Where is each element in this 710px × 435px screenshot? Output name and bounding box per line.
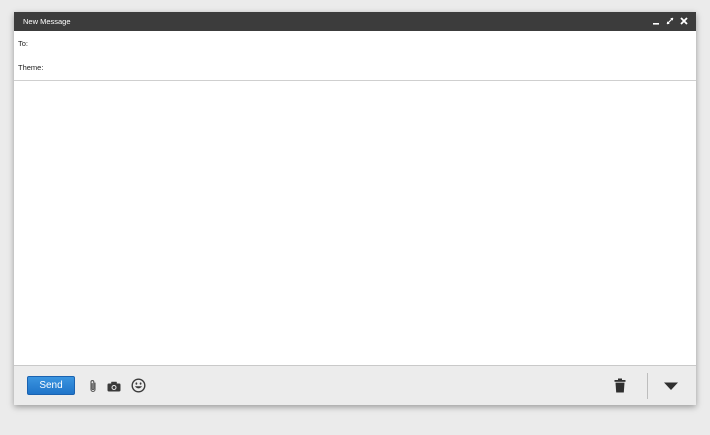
send-button[interactable]: Send — [27, 376, 75, 395]
compose-toolbar: Send — [14, 365, 696, 405]
theme-row: Theme: — [14, 56, 696, 81]
theme-label: Theme: — [18, 63, 44, 72]
toolbar-divider — [647, 373, 648, 399]
close-icon[interactable] — [678, 15, 690, 27]
camera-icon[interactable] — [106, 379, 122, 393]
message-body[interactable] — [14, 81, 696, 365]
paperclip-icon[interactable] — [86, 378, 100, 394]
window-title: New Message — [23, 17, 71, 26]
chevron-down-icon[interactable] — [662, 379, 680, 393]
to-label: To: — [18, 39, 29, 48]
compose-window: New Message To: Theme: Send — [14, 12, 696, 405]
trash-icon[interactable] — [613, 377, 627, 394]
theme-field[interactable] — [48, 59, 688, 76]
title-bar: New Message — [14, 12, 696, 31]
expand-icon[interactable] — [664, 15, 676, 27]
minimize-icon[interactable] — [650, 15, 662, 27]
to-field[interactable] — [48, 35, 688, 52]
emoji-icon[interactable] — [130, 377, 147, 394]
to-row: To: — [14, 32, 696, 57]
